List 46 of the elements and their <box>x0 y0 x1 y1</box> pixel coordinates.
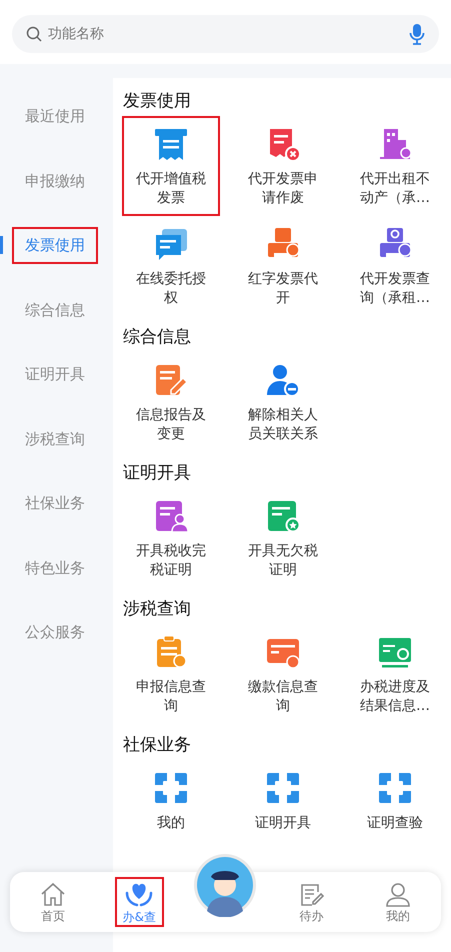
service-tile[interactable]: 代开发票查询（承租… <box>346 216 444 316</box>
document-pencil-icon <box>153 362 189 398</box>
nav-tab[interactable]: 我的 <box>376 878 419 926</box>
section-title: 涉税查询 <box>123 598 192 622</box>
service-tile[interactable]: 代开增值税发票 <box>122 116 220 216</box>
avatar[interactable] <box>193 853 257 917</box>
service-tile[interactable]: 申报信息查询 <box>122 624 220 724</box>
person-icon <box>384 882 411 908</box>
microphone-icon[interactable] <box>409 23 425 45</box>
corners-icon <box>265 770 301 806</box>
nav-tab[interactable]: 首页 <box>32 878 74 926</box>
corners-icon <box>377 770 413 806</box>
section-title: 发票使用 <box>123 90 192 114</box>
building-icon <box>377 126 413 162</box>
user-remove-icon <box>265 362 301 398</box>
service-tile[interactable]: 信息报告及变更 <box>122 352 220 452</box>
service-tile[interactable]: 证明查验 <box>346 760 444 841</box>
section-title: 证明开具 <box>123 462 192 486</box>
home-icon <box>40 882 66 908</box>
service-tile[interactable]: 我的 <box>122 760 220 841</box>
nav-tab[interactable]: 办&查 <box>114 877 164 927</box>
chat-icon <box>153 226 189 262</box>
search-bar[interactable]: 功能名称 <box>12 15 439 53</box>
service-tile[interactable]: 在线委托授权 <box>122 216 220 316</box>
service-tile[interactable]: 证明开具 <box>234 760 332 841</box>
document-star-icon <box>265 498 301 534</box>
search-icon <box>26 26 42 42</box>
service-tile[interactable]: 开具税收完税证明 <box>122 488 220 588</box>
document-user-icon <box>153 498 189 534</box>
corners-icon <box>153 770 189 806</box>
service-tile[interactable]: 缴款信息查询 <box>234 624 332 724</box>
receipt-icon <box>153 126 189 162</box>
sidebar-item[interactable]: 发票使用 <box>12 227 98 264</box>
service-tile[interactable]: 红字发票代开 <box>234 216 332 316</box>
selected-indicator <box>0 236 3 254</box>
section-title: 综合信息 <box>123 326 192 350</box>
service-tile[interactable]: 代开出租不动产（承… <box>346 116 444 216</box>
section-title: 社保业务 <box>123 734 192 758</box>
heart-hands-icon <box>124 881 154 909</box>
search-field[interactable]: 功能名称 <box>48 24 403 44</box>
notepad-pen-icon <box>298 882 325 908</box>
service-tile[interactable]: 代开发票申请作废 <box>234 116 332 216</box>
service-tile[interactable]: 解除相关人员关联关系 <box>234 352 332 452</box>
nav-tab[interactable]: 待办 <box>290 878 333 926</box>
service-tile[interactable]: 开具无欠税证明 <box>234 488 332 588</box>
service-tile[interactable]: 办税进度及结果信息… <box>346 624 444 724</box>
